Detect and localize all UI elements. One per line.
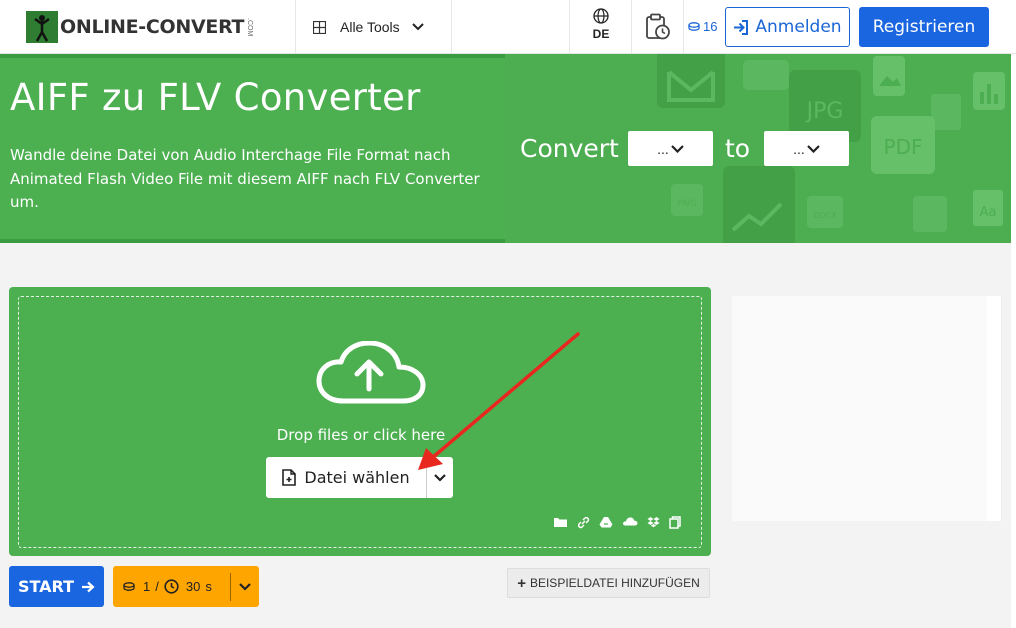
convert-label: Convert	[520, 134, 619, 163]
link-icon[interactable]	[577, 516, 590, 529]
drop-files-hint: Drop files or click here	[276, 426, 446, 444]
source-format-value: ...	[657, 140, 669, 157]
cloud-source-icons	[553, 516, 681, 529]
font-file-icon: Aa	[973, 190, 1003, 226]
logo-text: ONLINE-CONVERT	[60, 16, 245, 38]
chart-file-icon	[973, 72, 1005, 110]
grid-icon	[313, 20, 326, 34]
folder-icon[interactable]	[553, 516, 568, 529]
file-plus-icon	[282, 469, 297, 486]
arrow-right-icon	[82, 581, 95, 592]
top-navigation-bar: ONLINE-CONVERT .COM Alle Tools DE 16 Anm…	[0, 0, 1016, 54]
choose-file-label: Datei wählen	[304, 468, 410, 487]
globe-icon	[593, 8, 609, 24]
language-selector[interactable]: DE	[589, 8, 613, 41]
sign-in-icon	[734, 19, 749, 35]
chevron-down-icon	[807, 144, 820, 153]
bg-label-jpg: JPG	[805, 99, 844, 124]
time-unit: s	[205, 579, 212, 594]
login-button[interactable]: Anmelden	[725, 7, 850, 47]
chevron-down-icon	[671, 144, 684, 153]
png-file-icon: PNG	[671, 184, 703, 216]
register-label: Registrieren	[872, 17, 976, 37]
divider	[683, 0, 684, 54]
choose-file-button[interactable]: Datei wählen	[266, 457, 426, 498]
to-label: to	[725, 134, 751, 163]
hero-banner: JPG PDF PNG DOCX Aa AIFF zu FLV Converte…	[0, 54, 1011, 243]
cost-separator: /	[155, 579, 159, 594]
clock-icon	[164, 579, 179, 594]
page-description: Wandle deine Datei von Audio Interchage …	[10, 146, 480, 211]
login-label: Anmelden	[755, 17, 842, 37]
choose-file-button-group: Datei wählen	[266, 457, 453, 498]
plus-icon: +	[517, 574, 526, 592]
bg-label-pdf: PDF	[884, 135, 923, 159]
all-tools-menu[interactable]: Alle Tools	[313, 0, 424, 54]
register-button[interactable]: Registrieren	[859, 7, 989, 47]
dropbox-icon[interactable]	[647, 516, 660, 529]
target-format-value: ...	[793, 140, 805, 157]
start-button[interactable]: START	[9, 566, 104, 607]
drop-zone-border: Drop files or click here Datei wählen	[18, 296, 702, 548]
advertisement-placeholder	[732, 296, 1002, 521]
email-file-icon	[657, 54, 725, 108]
choose-file-options-toggle[interactable]	[427, 457, 453, 498]
divider	[451, 0, 452, 54]
bg-label-font: Aa	[980, 205, 997, 220]
cost-options-toggle[interactable]	[231, 582, 259, 591]
divider	[569, 0, 570, 54]
add-sample-file-label: BEISPIELDATEI HINZUFÜGEN	[529, 576, 700, 590]
page-title: AIFF zu FLV Converter	[10, 76, 421, 119]
chevron-down-icon	[434, 473, 446, 482]
divider	[631, 0, 632, 54]
cloud-upload-icon	[316, 341, 426, 404]
credits-counter[interactable]: 16	[688, 19, 717, 34]
image-file-icon	[873, 56, 905, 96]
language-code: DE	[592, 27, 610, 41]
file-drop-zone[interactable]: Drop files or click here Datei wählen	[9, 287, 711, 556]
divider	[295, 0, 296, 54]
ad-scroll-strip	[987, 296, 1001, 521]
start-label: START	[17, 577, 75, 596]
pdf-file-icon: PDF	[871, 116, 935, 174]
logo-mark-icon	[26, 11, 58, 43]
decorative-stripe	[0, 239, 505, 243]
decorative-stripe	[0, 54, 505, 58]
add-sample-file-button[interactable]: + BEISPIELDATEI HINZUFÜGEN	[507, 568, 710, 598]
bg-label-png: PNG	[677, 199, 696, 209]
trend-file-icon	[723, 166, 795, 243]
logo-suffix: .COM	[246, 17, 254, 37]
target-format-select[interactable]: ...	[764, 131, 849, 166]
page-edge	[1011, 54, 1016, 628]
file-icon	[913, 196, 947, 232]
coins-icon	[688, 22, 700, 31]
source-format-select[interactable]: ...	[628, 131, 713, 166]
google-drive-icon[interactable]	[599, 516, 613, 529]
site-logo[interactable]: ONLINE-CONVERT .COM	[26, 10, 253, 44]
clipboard-clock-icon	[646, 13, 670, 40]
history-button[interactable]	[645, 13, 671, 46]
docx-file-icon: DOCX	[807, 196, 843, 228]
time-value: 30	[185, 579, 201, 594]
conversion-cost-button: 1 / 30 s	[113, 566, 259, 607]
chevron-down-icon	[239, 582, 251, 591]
conversion-cost-info[interactable]: 1 / 30 s	[113, 566, 230, 607]
chevron-down-icon	[411, 23, 424, 31]
coins-icon	[123, 582, 135, 591]
all-tools-label: Alle Tools	[340, 19, 400, 35]
chat-icon	[743, 60, 789, 90]
clipboard-icon[interactable]	[669, 516, 681, 529]
credits-count: 16	[703, 19, 718, 34]
onedrive-icon[interactable]	[622, 516, 638, 529]
credit-cost-value: 1	[143, 579, 151, 594]
bg-label-docx: DOCX	[813, 211, 837, 220]
